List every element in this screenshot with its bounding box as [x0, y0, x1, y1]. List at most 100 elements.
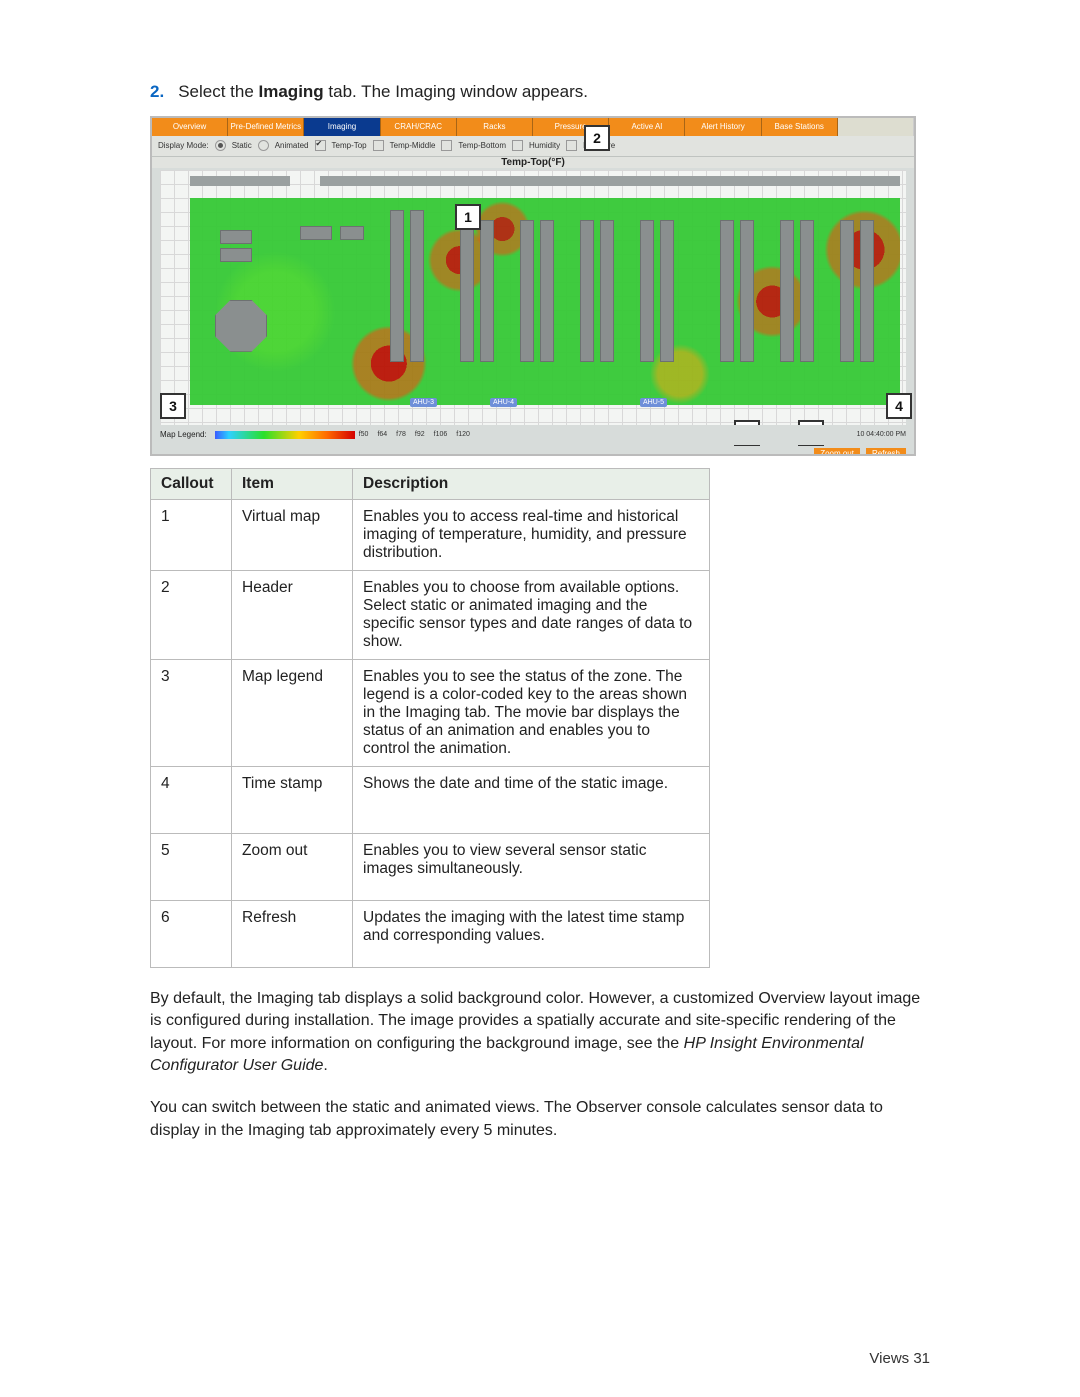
cell-callout: 3 [151, 659, 232, 766]
rack [300, 226, 332, 240]
tab-alerthist[interactable]: Alert History [685, 118, 761, 136]
para1-b: . [323, 1057, 327, 1074]
paragraph-1: By default, the Imaging tab displays a s… [150, 988, 930, 1078]
table-row: 3 Map legend Enables you to see the stat… [151, 659, 710, 766]
tab-imaging[interactable]: Imaging [304, 118, 380, 136]
rack-row [740, 220, 754, 362]
rack-row [800, 220, 814, 362]
chk-pressure[interactable] [566, 140, 577, 151]
chk-temp-top[interactable] [315, 140, 326, 151]
wall-segment [320, 176, 900, 186]
chk-humidity[interactable] [512, 140, 523, 151]
table-row: 4 Time stamp Shows the date and time of … [151, 766, 710, 833]
rack-row [540, 220, 554, 362]
legend-tick: f78 [396, 431, 406, 438]
radio-animated[interactable] [258, 140, 269, 151]
rack-row [520, 220, 534, 362]
page-footer: Views 31 [869, 1350, 930, 1367]
radio-static[interactable] [215, 140, 226, 151]
displaymode-label: Display Mode: [158, 141, 209, 150]
tab-activeal[interactable]: Active Al [609, 118, 685, 136]
refresh-button[interactable]: Refresh [866, 448, 906, 456]
rack-row [480, 220, 494, 362]
th-item: Item [232, 468, 353, 499]
tab-gap [838, 118, 914, 136]
chk-temp-bottom[interactable] [441, 140, 452, 151]
zoom-out-button[interactable]: Zoom out [814, 448, 860, 456]
legend-tick: f64 [377, 431, 387, 438]
callout-3: 3 [160, 393, 186, 419]
cell-item: Zoom out [232, 833, 353, 900]
chk-temp-middle[interactable] [373, 140, 384, 151]
tab-crah[interactable]: CRAH/CRAC [381, 118, 457, 136]
display-options-bar: Display Mode: Static Animated Temp-Top T… [152, 136, 914, 157]
callout-4: 4 [886, 393, 912, 419]
chk-temp-bottom-label: Temp-Bottom [458, 141, 506, 150]
map-title: Temp-Top(°F) [152, 157, 914, 168]
step-text-pre: Select the [178, 82, 258, 101]
rack-row [780, 220, 794, 362]
cell-desc: Shows the date and time of the static im… [353, 766, 710, 833]
callout-table: Callout Item Description 1 Virtual map E… [150, 468, 710, 968]
map-label: AHU-4 [490, 398, 517, 407]
rack [220, 230, 252, 244]
rack-row [640, 220, 654, 362]
legend-tick: f50 [359, 431, 369, 438]
table-row: 1 Virtual map Enables you to access real… [151, 499, 710, 570]
timestamp: 10 04:40:00 PM [857, 431, 906, 438]
legend-label: Map Legend: [160, 430, 207, 439]
cell-desc: Enables you to view several sensor stati… [353, 833, 710, 900]
step-line: 2. Select the Imaging tab. The Imaging wi… [150, 80, 930, 104]
cell-item: Refresh [232, 900, 353, 967]
map-legend-bar: Map Legend: f50 f64 f78 f92 f106 f120 10… [152, 425, 914, 445]
cell-callout: 4 [151, 766, 232, 833]
cell-callout: 1 [151, 499, 232, 570]
tab-basestat[interactable]: Base Stations [762, 118, 838, 136]
rack [220, 248, 252, 262]
table-row: 5 Zoom out Enables you to view several s… [151, 833, 710, 900]
tab-predef[interactable]: Pre-Defined Metrics [228, 118, 304, 136]
cell-item: Header [232, 570, 353, 659]
cell-callout: 5 [151, 833, 232, 900]
imaging-screenshot: Overview Pre-Defined Metrics Imaging CRA… [150, 116, 916, 456]
paragraph-2: You can switch between the static and an… [150, 1097, 930, 1142]
table-row: 2 Header Enables you to choose from avai… [151, 570, 710, 659]
radio-static-label: Static [232, 141, 252, 150]
tab-bar: Overview Pre-Defined Metrics Imaging CRA… [152, 118, 914, 136]
step-text-post: tab. The Imaging window appears. [324, 82, 588, 101]
cell-desc: Enables you to choose from available opt… [353, 570, 710, 659]
rack-row [390, 210, 404, 362]
rack-row [410, 210, 424, 362]
callout-1: 1 [455, 204, 481, 230]
chk-humidity-label: Humidity [529, 141, 560, 150]
cell-callout: 6 [151, 900, 232, 967]
legend-tick: f106 [434, 431, 448, 438]
step-number: 2. [150, 82, 164, 101]
callout-2: 2 [584, 125, 610, 151]
cell-item: Map legend [232, 659, 353, 766]
radio-animated-label: Animated [275, 141, 309, 150]
rack-row [600, 220, 614, 362]
cell-item: Virtual map [232, 499, 353, 570]
rack-row [720, 220, 734, 362]
map-label: AHU-5 [640, 398, 667, 407]
cell-desc: Updates the imaging with the latest time… [353, 900, 710, 967]
tab-racks[interactable]: Racks [457, 118, 533, 136]
th-callout: Callout [151, 468, 232, 499]
chk-temp-top-label: Temp-Top [332, 141, 367, 150]
th-desc: Description [353, 468, 710, 499]
rack-row [860, 220, 874, 362]
map-label: AHU-3 [410, 398, 437, 407]
cell-callout: 2 [151, 570, 232, 659]
legend-ticks: f50 f64 f78 f92 f106 f120 [359, 431, 470, 438]
step-text-bold: Imaging [259, 82, 324, 101]
rack-row [840, 220, 854, 362]
button-bar: Zoom out Refresh [152, 445, 914, 456]
virtual-map[interactable]: AHU-3 AHU-4 AHU-5 [160, 170, 906, 425]
legend-gradient [215, 431, 355, 439]
rack-row [660, 220, 674, 362]
cell-desc: Enables you to access real-time and hist… [353, 499, 710, 570]
wall-segment [190, 176, 290, 186]
legend-tick: f92 [415, 431, 425, 438]
tab-overview[interactable]: Overview [152, 118, 228, 136]
